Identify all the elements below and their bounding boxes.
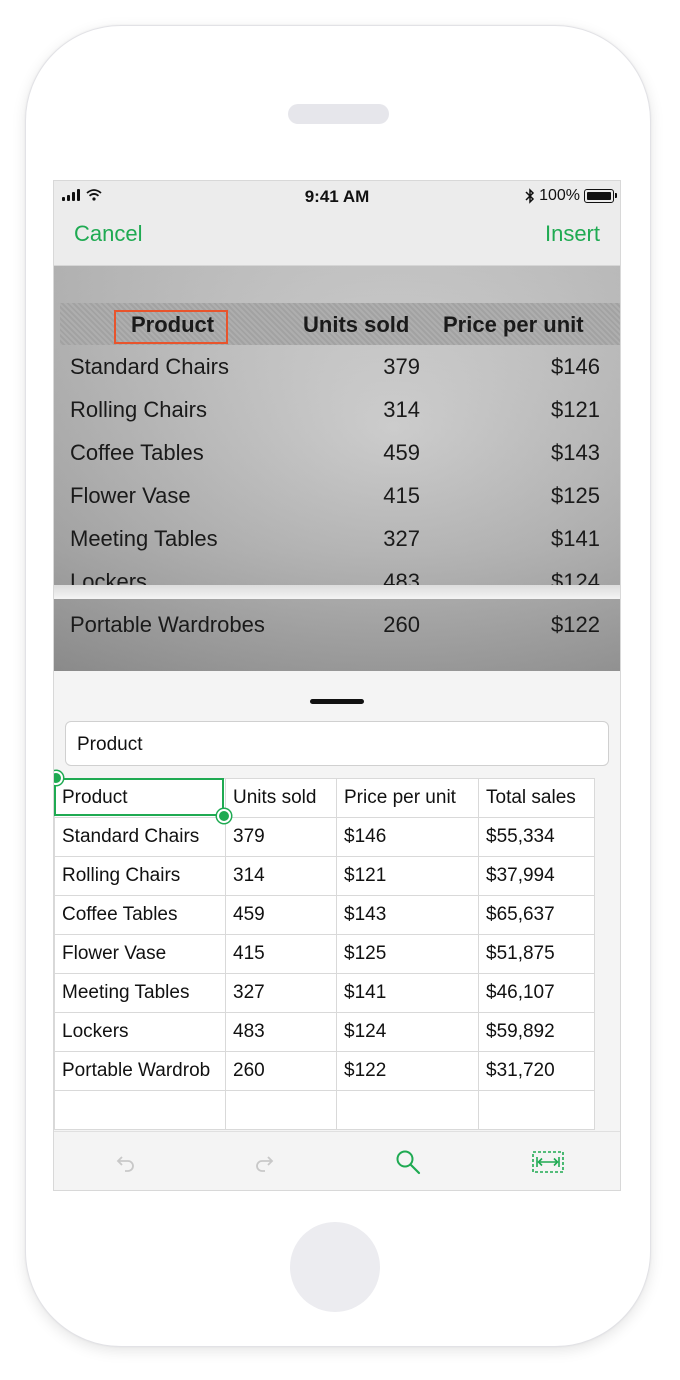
table-cell[interactable] — [336, 1090, 479, 1130]
table-row: Coffee Tables 459 $143 $65,637 — [54, 895, 595, 935]
screen: 9:41 AM 100% Cancel Insert Product Units… — [53, 180, 621, 1191]
undo-icon — [116, 1156, 134, 1172]
table-cell[interactable]: $121 — [336, 856, 479, 896]
fit-width-icon — [532, 1151, 564, 1173]
photo-row-product: Portable Wardrobes — [70, 612, 265, 637]
table-cell[interactable] — [225, 1090, 337, 1130]
photo-row-price: $143 — [551, 440, 600, 465]
table-cell[interactable]: $143 — [336, 895, 479, 935]
fit-width-button[interactable] — [528, 1144, 568, 1180]
header-cell[interactable]: Total sales — [478, 778, 595, 818]
table-cell[interactable]: Meeting Tables — [54, 973, 226, 1013]
table-header-row: Product Units sold Price per unit Total … — [54, 778, 595, 818]
recognized-cell-highlight[interactable] — [114, 310, 228, 344]
photo-row-units: 314 — [383, 397, 420, 422]
nav-bar: Cancel Insert — [54, 211, 620, 266]
search-icon — [396, 1150, 421, 1175]
status-right: 100% — [525, 187, 617, 205]
spreadsheet-table: Product Units sold Price per unit Total … — [54, 778, 595, 1130]
table-row: Standard Chairs 379 $146 $55,334 — [54, 817, 595, 857]
photo-row-price: $125 — [551, 483, 600, 508]
photo-row-price: $141 — [551, 526, 600, 551]
photo-row-product: Coffee Tables — [70, 440, 204, 465]
redo-icon — [256, 1156, 274, 1172]
spreadsheet-grid: Product Units sold Price per unit Total … — [54, 771, 620, 1130]
table-cell[interactable]: $51,875 — [478, 934, 595, 974]
table-cell[interactable]: $125 — [336, 934, 479, 974]
table-cell[interactable]: 327 — [225, 973, 337, 1013]
photo-row-product: Standard Chairs — [70, 354, 229, 379]
table-row: Flower Vase 415 $125 $51,875 — [54, 934, 595, 974]
photo-header: Units sold — [303, 312, 410, 337]
table-row: Rolling Chairs 314 $121 $37,994 — [54, 856, 595, 896]
table-cell[interactable]: 415 — [225, 934, 337, 974]
table-cell[interactable] — [54, 1090, 226, 1130]
table-cell[interactable]: Standard Chairs — [54, 817, 226, 857]
sheet-drag-handle[interactable] — [310, 699, 364, 704]
table-cell[interactable]: 483 — [225, 1012, 337, 1052]
photo-row-units: 379 — [383, 354, 420, 379]
photo-row-price: $146 — [551, 354, 600, 379]
table-row-empty — [54, 1090, 595, 1130]
table-cell[interactable]: Rolling Chairs — [54, 856, 226, 896]
photo-row-units: 327 — [383, 526, 420, 551]
table-cell[interactable]: $124 — [336, 1012, 479, 1052]
bluetooth-icon — [525, 188, 535, 204]
undo-button[interactable] — [106, 1144, 146, 1180]
table-cell[interactable]: 459 — [225, 895, 337, 935]
table-cell[interactable]: $46,107 — [478, 973, 595, 1013]
camera-photo: Product Units sold Price per unit Standa… — [54, 266, 620, 671]
table-cell[interactable]: $37,994 — [478, 856, 595, 896]
photo-row-units: 459 — [383, 440, 420, 465]
table-cell[interactable]: Flower Vase — [54, 934, 226, 974]
table-cell[interactable]: Portable Wardrob — [54, 1051, 226, 1091]
photo-row-price: $121 — [551, 397, 600, 422]
home-button[interactable] — [290, 1222, 380, 1312]
cancel-button[interactable]: Cancel — [74, 221, 142, 247]
photo-header: Price per unit — [443, 312, 584, 337]
battery-percent: 100% — [539, 187, 580, 204]
table-cell[interactable]: $122 — [336, 1051, 479, 1091]
photo-edge — [54, 585, 620, 599]
table-cell[interactable]: $55,334 — [478, 817, 595, 857]
battery-icon — [584, 189, 617, 203]
table-row: Meeting Tables 327 $141 $46,107 — [54, 973, 595, 1013]
table-cell[interactable]: $65,637 — [478, 895, 595, 935]
photo-row-product: Meeting Tables — [70, 526, 218, 551]
photo-row-units: 415 — [383, 483, 420, 508]
table-cell[interactable]: $59,892 — [478, 1012, 595, 1052]
insert-button[interactable]: Insert — [545, 221, 600, 247]
table-cell[interactable]: 379 — [225, 817, 337, 857]
bottom-toolbar — [54, 1131, 620, 1190]
photo-row-units: 260 — [383, 612, 420, 637]
table-cell[interactable] — [478, 1090, 595, 1130]
table-cell[interactable]: 260 — [225, 1051, 337, 1091]
table-row: Portable Wardrob 260 $122 $31,720 — [54, 1051, 595, 1091]
phone-speaker — [288, 104, 389, 124]
selection-handle-bottom-right[interactable] — [217, 809, 231, 823]
table-cell[interactable]: $146 — [336, 817, 479, 857]
formula-field[interactable]: Product — [65, 721, 609, 766]
header-cell[interactable]: Price per unit — [336, 778, 479, 818]
redo-button[interactable] — [244, 1144, 284, 1180]
photo-row-price: $122 — [551, 612, 600, 637]
table-cell[interactable]: Coffee Tables — [54, 895, 226, 935]
status-bar: 9:41 AM 100% — [54, 181, 620, 211]
table-cell[interactable]: $31,720 — [478, 1051, 595, 1091]
header-cell[interactable]: Units sold — [225, 778, 337, 818]
header-cell[interactable]: Product — [54, 778, 226, 818]
search-button[interactable] — [388, 1144, 428, 1180]
table-cell[interactable]: 314 — [225, 856, 337, 896]
photo-row-product: Rolling Chairs — [70, 397, 207, 422]
photo-row-product: Flower Vase — [70, 483, 191, 508]
table-row: Lockers 483 $124 $59,892 — [54, 1012, 595, 1052]
table-cell[interactable]: $141 — [336, 973, 479, 1013]
table-cell[interactable]: Lockers — [54, 1012, 226, 1052]
